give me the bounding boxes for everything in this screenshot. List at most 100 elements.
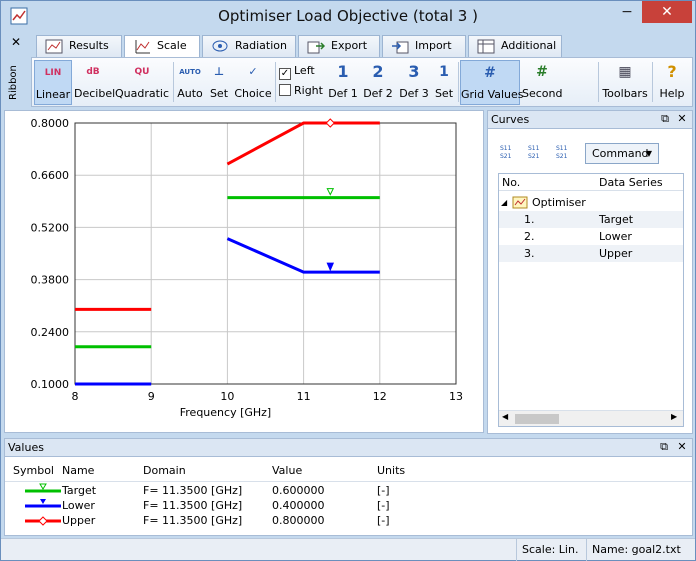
left-axis-checkbox[interactable]: ✓ Left xyxy=(279,64,315,80)
values-header-row: Symbol Name Domain Value Units xyxy=(5,463,692,478)
tab-additional[interactable]: Additional xyxy=(468,35,562,57)
grid-values-button[interactable]: # Grid Values xyxy=(460,60,524,105)
x-tick-label: 10 xyxy=(220,390,234,403)
command-dropdown[interactable]: Command ▼ xyxy=(585,143,659,164)
tab-import[interactable]: Import xyxy=(382,35,466,57)
tab-export[interactable]: Export xyxy=(298,35,380,57)
decibel-button[interactable]: dB Decibel xyxy=(74,60,116,105)
second-grid-button[interactable]: # Second xyxy=(522,60,562,105)
application-window: Optimiser Load Objective (total 3 ) − ✕ … xyxy=(0,0,696,561)
tab-results[interactable]: Results xyxy=(36,35,122,57)
set-range-button[interactable]: ⊥ Set xyxy=(206,60,232,105)
button-label: Auto xyxy=(177,87,203,100)
tab-label: Radiation xyxy=(235,39,287,52)
button-label: Decibel xyxy=(74,87,116,100)
lower-symbol-icon xyxy=(25,499,61,508)
tab-scale[interactable]: Scale xyxy=(124,35,200,58)
x-tick-label: 12 xyxy=(373,390,387,403)
table-row[interactable]: Upper F= 11.3500 [GHz] 0.800000 [-] xyxy=(5,513,692,528)
panel-title: Values xyxy=(8,441,44,454)
toolbars-icon: ▦ xyxy=(618,64,632,80)
def2-icon: 2 xyxy=(372,62,384,81)
scroll-left-icon[interactable]: ◀ xyxy=(502,412,508,421)
expand-icon[interactable]: ◢ xyxy=(501,194,507,211)
additional-icon xyxy=(477,39,495,54)
tab-label: Results xyxy=(69,39,109,52)
minimize-button[interactable]: − xyxy=(613,1,641,23)
float-panel-icon[interactable]: ⧉ xyxy=(658,112,672,126)
choice-button[interactable]: ✓ Choice xyxy=(234,60,272,105)
chart-panel[interactable]: 8 9 10 11 12 13 0.1000 0.2400 0.3800 0.5200 0.6600… xyxy=(4,110,484,433)
toolbars-button[interactable]: ▦ Toolbars xyxy=(602,60,648,105)
marker-target[interactable] xyxy=(326,188,335,196)
grid-values-icon: # xyxy=(484,65,496,81)
scrollbar-thumb[interactable] xyxy=(515,414,559,424)
status-bar: Scale: Lin. Name: goal2.txt xyxy=(1,538,695,561)
row-number: 2. xyxy=(524,230,535,243)
checkmark-icon: ✓ xyxy=(279,68,291,80)
table-row[interactable]: Target F= 11.3500 [GHz] 0.600000 [-] xyxy=(5,483,692,498)
def1-button[interactable]: 1 Def 1 xyxy=(328,60,358,105)
button-label: Second xyxy=(522,87,563,100)
marker-lower[interactable] xyxy=(326,262,335,272)
tab-label: Scale xyxy=(157,39,187,52)
column-header[interactable]: No. xyxy=(502,174,520,191)
close-panel-icon[interactable]: ✕ xyxy=(675,440,689,454)
close-panel-icon[interactable]: ✕ xyxy=(675,112,689,126)
value-number: 0.600000 xyxy=(272,484,325,497)
ribbon-separator xyxy=(173,62,174,102)
tree-row[interactable]: 2. Lower xyxy=(499,228,683,245)
tree-root-label: Optimiser xyxy=(532,196,586,209)
help-button[interactable]: ? Help xyxy=(655,60,689,105)
help-icon: ? xyxy=(667,62,677,81)
decibel-scale-icon: dB xyxy=(86,67,100,77)
marker-upper[interactable] xyxy=(325,118,335,128)
value-domain: F= 11.3500 [GHz] xyxy=(143,514,243,527)
tree-row[interactable]: 1. Target xyxy=(499,211,683,228)
column-header[interactable]: Domain xyxy=(143,463,186,478)
plot-frame xyxy=(74,122,457,385)
x-tick-label: 8 xyxy=(72,390,79,403)
curve-select-icon[interactable]: S11 S21 xyxy=(528,145,548,163)
column-header[interactable]: Units xyxy=(377,463,405,478)
y-tick-label: 0.8000 xyxy=(31,117,70,130)
close-button[interactable]: ✕ xyxy=(642,1,692,23)
set-def-button[interactable]: 1 Set xyxy=(432,60,456,105)
tree-row[interactable]: 3. Upper xyxy=(499,245,683,262)
y-tick-label: 0.1000 xyxy=(31,378,70,391)
ribbon-side-label: Ribbon xyxy=(8,65,19,101)
auto-button[interactable]: AUTO Auto xyxy=(176,60,204,105)
y-tick-label: 0.3800 xyxy=(31,274,70,287)
chart-folder-icon xyxy=(512,196,528,209)
right-axis-checkbox[interactable]: Right xyxy=(279,84,323,97)
def3-icon: 3 xyxy=(408,62,420,81)
curve-filter-icon[interactable]: S11 S21 xyxy=(556,145,576,163)
plot-area[interactable]: 8 9 10 11 12 13 0.1000 0.2400 0.3800 0.5200 0.6600… xyxy=(5,111,485,434)
curves-panel: Curves ⧉ ✕ S11 S21 S11 S21 S11 S21 Comma… xyxy=(487,110,693,434)
curve-sort-icon[interactable]: S11 S21 xyxy=(500,145,520,163)
float-panel-icon[interactable]: ⧉ xyxy=(657,440,671,454)
icon-text: S11 S21 xyxy=(528,145,540,160)
panel-title: Curves xyxy=(491,113,530,126)
quadratic-button[interactable]: QU Quadratic xyxy=(114,60,170,105)
button-label: Linear xyxy=(35,88,71,101)
ribbon-separator xyxy=(275,62,276,102)
linear-scale-icon: LIN xyxy=(44,68,62,78)
def3-button[interactable]: 3 Def 3 xyxy=(398,60,430,105)
column-header[interactable]: Data Series xyxy=(599,174,663,191)
column-header[interactable]: Value xyxy=(272,463,302,478)
ribbon-panel: LIN Linear dB Decibel QU Quadratic AUTO … xyxy=(31,57,693,107)
table-row[interactable]: Lower F= 11.3500 [GHz] 0.400000 [-] xyxy=(5,498,692,513)
column-header[interactable]: Symbol xyxy=(13,463,54,478)
tab-radiation[interactable]: Radiation xyxy=(202,35,296,57)
horizontal-scrollbar[interactable]: ◀ ▶ xyxy=(499,410,683,426)
checkbox-box xyxy=(279,84,291,96)
status-scale: Scale: Lin. xyxy=(516,539,586,561)
def2-button[interactable]: 2 Def 2 xyxy=(362,60,394,105)
column-header[interactable]: Name xyxy=(62,463,94,478)
value-units: [-] xyxy=(377,514,390,527)
scroll-right-icon[interactable]: ▶ xyxy=(671,412,677,421)
button-label: Def 3 xyxy=(399,87,429,100)
linear-button[interactable]: LIN Linear xyxy=(34,60,72,105)
tree-root-row[interactable]: ◢ Optimiser xyxy=(499,194,683,211)
